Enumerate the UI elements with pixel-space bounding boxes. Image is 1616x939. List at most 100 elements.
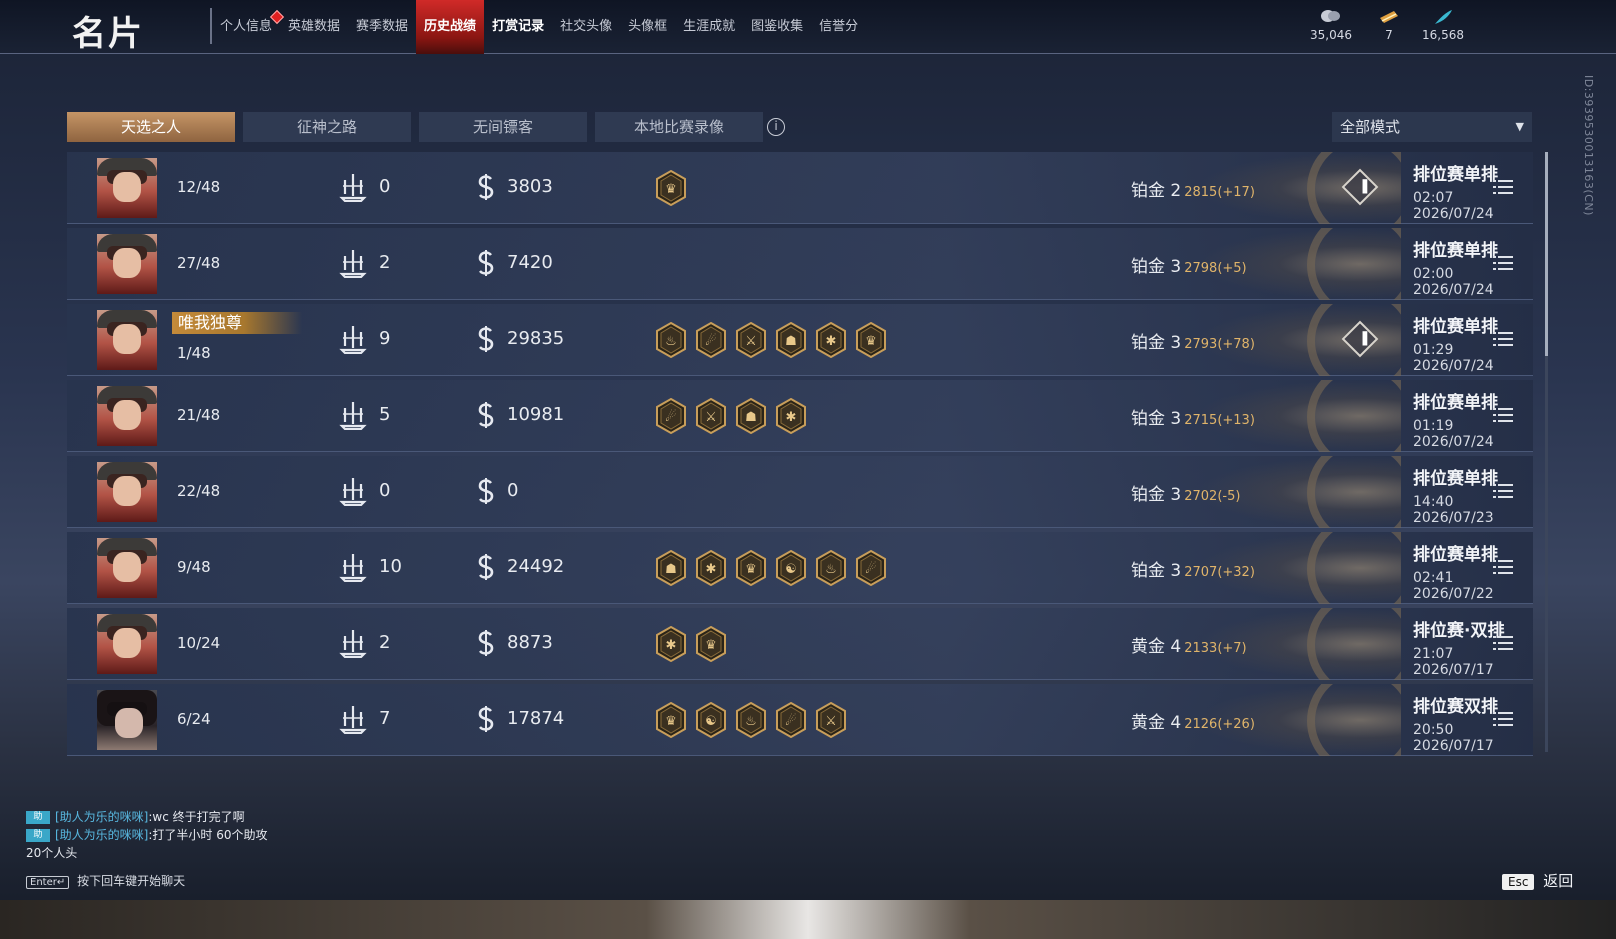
chat-sender[interactable]: [助人为乐的咪咪] [55,810,148,824]
svg-text:♛: ♛ [665,714,677,729]
medal-icon[interactable]: ✱ [775,397,807,435]
coin-icon [474,172,498,202]
top-bar: 名片 个人信息 英雄数据 赛季数据 历史战绩 打赏记录 社交头像 头像框 生涯成就 图鉴收集 信誉… [0,0,1616,54]
currency-tickets: 7 [1378,8,1400,42]
coin-icon [474,476,498,506]
details-list-icon[interactable] [1493,482,1513,500]
medal-icon[interactable]: ♨ [655,321,687,359]
rank-info: 铂金 3 2798(+5) [1131,252,1247,277]
nav-tab-5[interactable]: 社交头像 [552,0,620,54]
medal-icon[interactable]: ♛ [735,549,767,587]
medal-icon[interactable]: ☯ [695,701,727,739]
details-list-icon[interactable] [1493,710,1513,728]
details-list-icon[interactable] [1493,330,1513,348]
medal-icon[interactable]: ☗ [655,549,687,587]
svg-text:☗: ☗ [745,410,757,425]
medal-icon[interactable]: ☗ [775,321,807,359]
back-button[interactable]: Esc 返回 [1502,870,1573,891]
coins-count: 0 [507,480,519,501]
chat-hint[interactable]: Enter↵ 按下回车键开始聊天 [26,872,185,889]
scrollbar-thumb[interactable] [1545,152,1548,356]
nav-tab-8[interactable]: 图鉴收集 [743,0,811,54]
medal-icon[interactable]: ⚔ [815,701,847,739]
rank-tier: 黄金 4 [1131,713,1182,733]
tab-local-replays[interactable]: 本地比赛录像 [595,112,763,142]
svg-text:☄: ☄ [705,333,717,349]
medal-icon[interactable]: ☄ [775,701,807,739]
match-row[interactable]: 10/24 2 8873 ✱ ♛ 黄金 4 2133(+7) 排位赛·双排 21:07 2026… [67,608,1533,680]
medal-icon[interactable]: ⚔ [695,397,727,435]
match-row[interactable]: 唯我独尊 1/48 9 29835 ♨ ☄ ⚔ ☗ ✱ ♛ 铂金 3 2793(+78) ▐ 排位赛单排 0… [67,304,1533,376]
match-row[interactable]: 9/48 10 24492 ☗ ✱ ♛ ☯ ♨ ☄ 铂金 3 2707(+32) 排位赛单排 02:41… [67,532,1533,604]
medal-list: ☄ ⚔ ☗ ✱ [655,397,807,435]
rank-points: 2793(+78) [1184,337,1255,352]
match-row[interactable]: 21/48 5 10981 ☄ ⚔ ☗ ✱ 铂金 3 2715(+13) 排位赛单排 01:19 2… [67,380,1533,452]
medal-icon[interactable]: ♛ [655,169,687,207]
medal-icon[interactable]: ♛ [655,701,687,739]
placement: 9/48 [177,558,211,576]
tab-tianxuan[interactable]: 天选之人 [67,112,235,142]
tab-zhengshen[interactable]: 征神之路 [243,112,411,142]
svg-text:✱: ✱ [706,562,717,577]
details-list-icon[interactable] [1493,254,1513,272]
coins-count: 3803 [507,176,553,197]
svg-text:♨: ♨ [745,714,757,729]
medal-icon[interactable]: ✱ [655,625,687,663]
chat-message: 助 [助人为乐的咪咪]:wc 终于打完了啊 [26,808,268,826]
medal-icon[interactable]: ☗ [735,397,767,435]
nav-tab-1[interactable]: 英雄数据 [280,0,348,54]
medal-icon[interactable]: ♨ [735,701,767,739]
rank-info: 铂金 3 2702(-5) [1131,480,1240,505]
coin-icon [474,324,498,354]
medal-icon[interactable]: ☯ [775,549,807,587]
medal-icon[interactable]: ☄ [855,549,887,587]
details-list-icon[interactable] [1493,634,1513,652]
medal-icon[interactable]: ♛ [695,625,727,663]
chevron-down-icon: ▼ [1515,120,1524,133]
tab-wujian[interactable]: 无间镖客 [419,112,587,142]
nav-tab-0[interactable]: 个人信息 [212,0,285,54]
player-id: ID:3939530013163(CN) [1582,75,1595,216]
player-avatar [97,234,157,294]
match-time: 02:00 2026/07/24 [1413,266,1494,298]
match-row[interactable]: 6/24 7 17874 ♛ ☯ ♨ ☄ ⚔ 黄金 4 2126(+26) 排位赛双排 20:50 2… [67,684,1533,756]
match-row[interactable]: 12/48 0 3803 ♛ 铂金 2 2815(+17) ▐ 排位赛单排 02:07 2026… [67,152,1533,224]
details-list-icon[interactable] [1493,406,1513,424]
nav-tab-9[interactable]: 信誉分 [811,0,866,54]
mode-select[interactable]: 全部模式 ▼ [1332,112,1532,142]
details-list-icon[interactable] [1493,178,1513,196]
chat-message: 助 [助人为乐的咪咪]:打了半小时 60个助攻 [26,826,268,844]
medal-icon[interactable]: ✱ [695,549,727,587]
svg-text:♛: ♛ [665,182,677,197]
svg-text:✱: ✱ [666,638,677,653]
medal-icon[interactable]: ♨ [815,549,847,587]
background-scene [0,900,1616,939]
medal-icon[interactable]: ⚔ [735,321,767,359]
match-mode: 排位赛单排 [1413,469,1498,489]
scrollbar[interactable] [1545,152,1548,752]
medal-icon[interactable]: ☄ [655,397,687,435]
nav-tab-label: 个人信息 [220,19,273,34]
svg-text:☗: ☗ [785,334,797,349]
nav-tab-4[interactable]: 打赏记录 [484,0,552,54]
nav-tab-3[interactable]: 历史战绩 [416,0,485,54]
match-row[interactable]: 27/48 2 7420 铂金 3 2798(+5) 排位赛单排 02:00 2026/07… [67,228,1533,300]
nav-tab-2[interactable]: 赛季数据 [348,0,416,54]
chat-sender[interactable]: [助人为乐的咪咪] [55,828,148,842]
rank-points: 2133(+7) [1184,641,1247,656]
medal-icon[interactable]: ♛ [855,321,887,359]
nav-tab-7[interactable]: 生涯成就 [675,0,743,54]
info-icon[interactable]: i [767,118,785,136]
medal-icon[interactable]: ✱ [815,321,847,359]
rank-info: 铂金 3 2793(+78) [1131,328,1255,353]
page-title: 名片 [72,14,144,54]
match-row[interactable]: 22/48 0 0 铂金 3 2702(-5) 排位赛单排 14:40 2026/07/23 [67,456,1533,528]
details-list-icon[interactable] [1493,558,1513,576]
kills-trident-icon [339,628,367,659]
svg-text:♨: ♨ [825,562,837,577]
enter-key-icon: Enter↵ [26,876,70,889]
svg-text:☗: ☗ [665,562,677,577]
svg-text:♛: ♛ [865,334,877,349]
nav-tab-6[interactable]: 头像框 [620,0,675,54]
medal-icon[interactable]: ☄ [695,321,727,359]
